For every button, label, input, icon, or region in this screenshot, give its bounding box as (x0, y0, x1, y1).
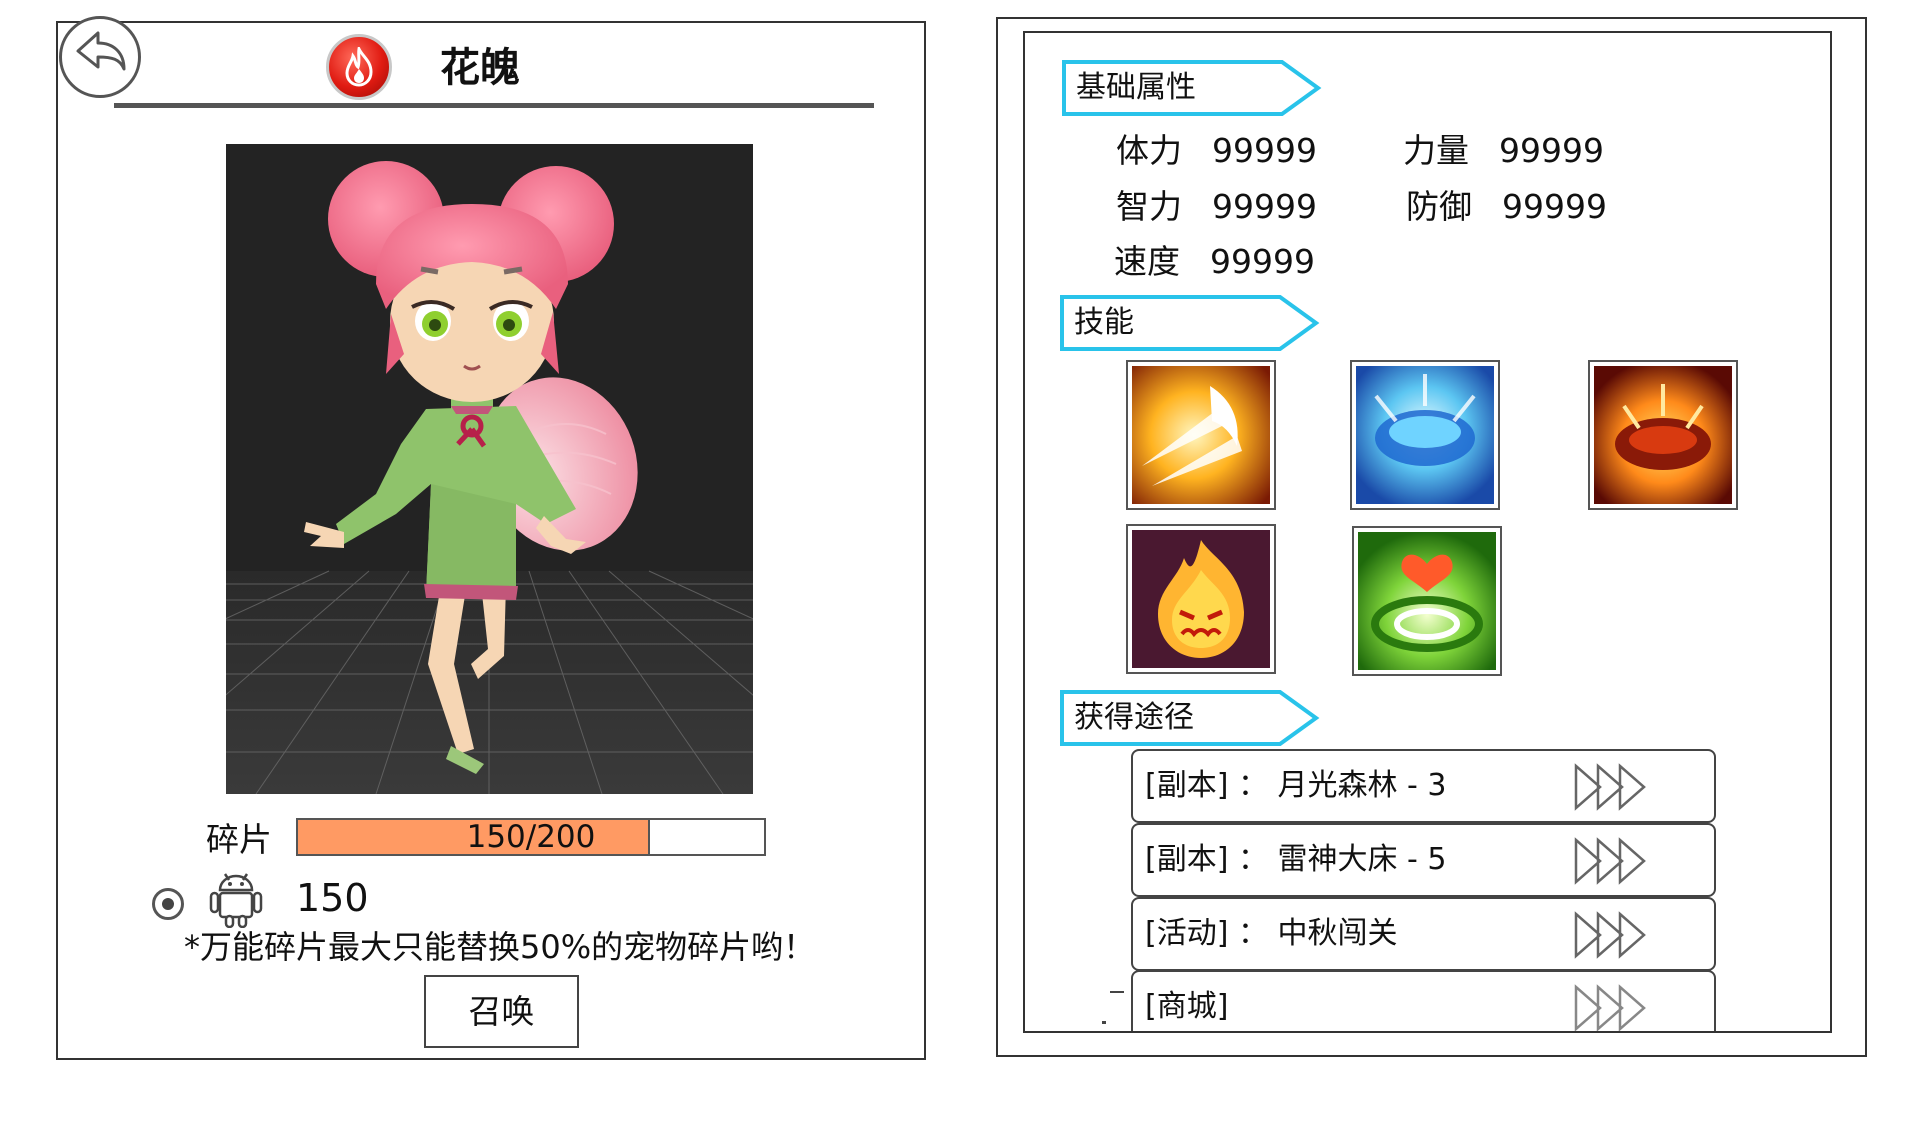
shard-label: 碎片 (206, 820, 272, 859)
source-text: [副本] ： 雷神大床 - 5 (1145, 842, 1447, 877)
stat-stamina: 体力 99999 (1116, 129, 1317, 173)
source-text: [商城] (1145, 989, 1229, 1024)
stat-value: 99999 (1212, 187, 1317, 226)
water-blast-skill-icon (1356, 366, 1494, 504)
skill-5[interactable] (1352, 526, 1502, 676)
stat-label: 智力 (1116, 187, 1182, 226)
skill-2[interactable] (1350, 360, 1500, 510)
sources-section-header: 获得途径 (1060, 690, 1320, 746)
stat-value: 99999 (1499, 131, 1604, 170)
source-row[interactable]: [副本] ： 月光森林 - 3 (1131, 749, 1716, 823)
skills-section-title: 技能 (1074, 305, 1134, 340)
skill-1[interactable] (1126, 360, 1276, 510)
hero-portrait (226, 144, 753, 794)
shard-progress-text: 150/200 (466, 819, 596, 855)
stat-label: 防御 (1406, 187, 1472, 226)
go-arrow-icon (1574, 911, 1646, 959)
source-row[interactable]: [副本] ： 雷神大床 - 5 (1131, 823, 1716, 897)
go-arrow-icon (1574, 763, 1646, 811)
back-arrow-icon (76, 31, 126, 71)
skill-4[interactable] (1126, 524, 1276, 674)
stat-value: 99999 (1502, 187, 1607, 226)
attributes-section-header: 基础属性 (1062, 60, 1322, 116)
universal-shard-count: 150 (296, 876, 369, 920)
go-arrow-icon (1574, 837, 1646, 885)
fire-icon (345, 47, 373, 87)
stat-label: 力量 (1403, 131, 1469, 170)
stat-value: 99999 (1210, 242, 1315, 281)
skill-3[interactable] (1588, 360, 1738, 510)
use-universal-shard-radio[interactable] (152, 888, 184, 920)
hero-name: 花魄 (440, 45, 520, 91)
scroll-marker (1102, 1021, 1106, 1024)
hero-info-content: 基础属性 体力 99999 力量 99999 智力 99999 防御 99999 速度 9… (1023, 31, 1832, 1033)
summon-button[interactable]: 召唤 (424, 975, 579, 1048)
shard-progress-bar: 150/200 (296, 818, 766, 856)
stat-label: 体力 (1116, 131, 1182, 170)
stat-intelligence: 智力 99999 (1116, 185, 1317, 229)
source-text: [副本] ： 月光森林 - 3 (1145, 768, 1447, 803)
stat-value: 99999 (1212, 131, 1317, 170)
heart-ripple-skill-icon (1358, 532, 1496, 670)
stat-label: 速度 (1114, 242, 1180, 281)
claw-slash-skill-icon (1132, 366, 1270, 504)
back-button[interactable] (59, 16, 141, 98)
skills-section-header: 技能 (1060, 295, 1320, 351)
scroll-marker (1110, 991, 1124, 993)
source-text: [活动] ： 中秋闯关 (1145, 916, 1398, 951)
go-arrow-icon (1574, 984, 1646, 1031)
universal-shard-note: *万能碎片最大只能替换50%的宠物碎片哟！ (184, 928, 816, 966)
android-icon (208, 868, 264, 932)
title-divider (114, 103, 874, 108)
fire-crater-skill-icon (1594, 366, 1732, 504)
stat-defense: 防御 99999 (1406, 185, 1607, 229)
source-row[interactable]: [活动] ： 中秋闯关 (1131, 897, 1716, 971)
attributes-section-title: 基础属性 (1076, 70, 1196, 105)
source-row[interactable]: [商城] (1131, 970, 1716, 1031)
hero-model-image (226, 144, 753, 794)
sources-section-title: 获得途径 (1074, 700, 1194, 735)
angry-flame-skill-icon (1132, 530, 1270, 668)
stat-strength: 力量 99999 (1403, 129, 1604, 173)
stat-speed: 速度 99999 (1114, 240, 1315, 284)
fire-element-badge (326, 34, 392, 100)
